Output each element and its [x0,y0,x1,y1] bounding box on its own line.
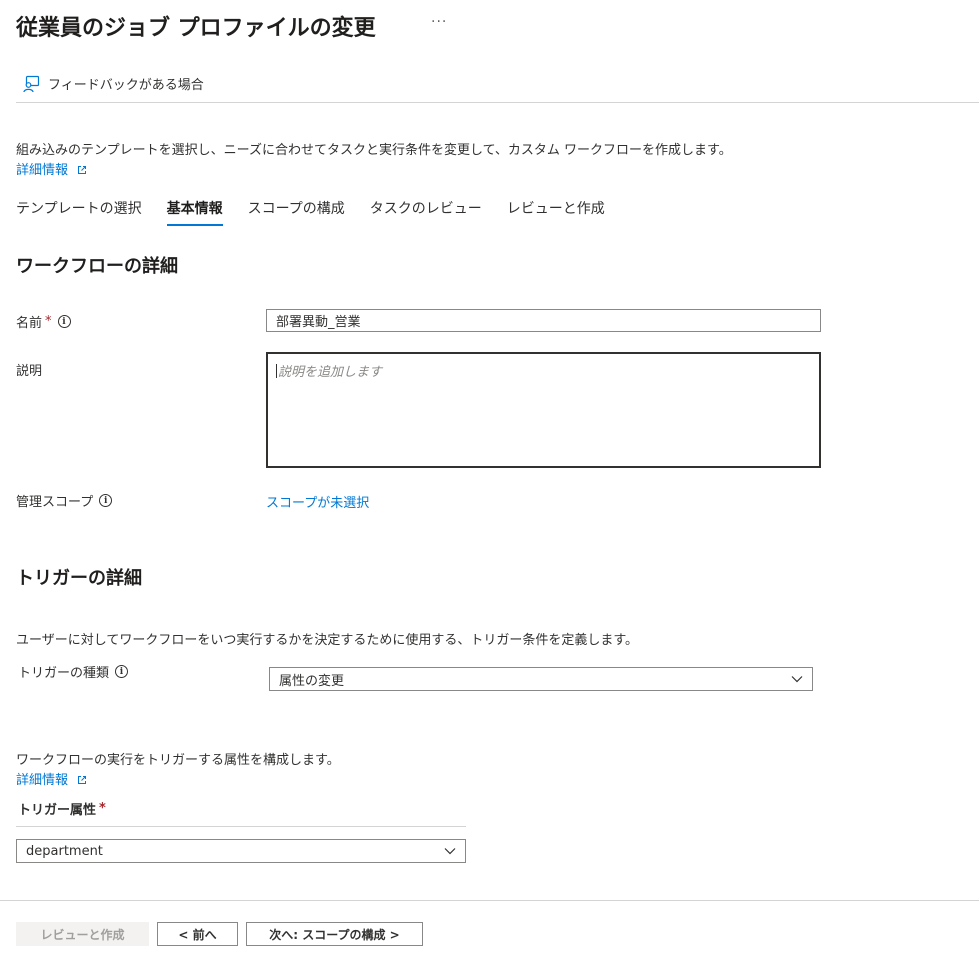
learn-more-label: 詳細情報 [16,163,69,178]
name-input[interactable]: 部署異動_営業 [266,309,821,332]
learn-more-label: 詳細情報 [16,773,69,788]
tab-review-create[interactable]: レビューと作成 [507,198,605,224]
intro-description: 組み込みのテンプレートを選択し、ニーズに合わせてタスクと実行条件を変更して、カス… [16,143,732,158]
wizard-tabs: テンプレートの選択 基本情報 スコープの構成 タスクのレビュー レビューと作成 [16,198,605,226]
required-asterisk: * [99,801,106,816]
info-icon[interactable]: i [115,665,129,678]
more-options-button[interactable]: ··· [431,14,447,30]
trigger-attr-description: ワークフローの実行をトリガーする属性を構成します。 [16,753,340,768]
learn-more-link[interactable]: 詳細情報 [16,159,87,179]
trigger-attr-value: department [26,843,103,859]
trigger-type-label: トリガーの種類 i [18,662,129,681]
chevron-down-icon [791,672,803,687]
tab-configure-scope[interactable]: スコープの構成 [248,198,345,224]
text-cursor [276,364,277,378]
trigger-learn-more-link[interactable]: 詳細情報 [16,769,87,789]
info-icon[interactable]: i [99,494,113,507]
scope-label-text: 管理スコープ [16,495,94,510]
description-placeholder: 説明を追加します [278,365,383,380]
scope-link[interactable]: スコープが未選択 [266,492,369,511]
feedback-icon [22,75,40,93]
trigger-attr-select[interactable]: department [16,839,466,863]
trigger-type-value: 属性の変更 [279,673,345,689]
previous-button[interactable]: < 前へ [157,922,238,946]
trigger-description: ユーザーに対してワークフローをいつ実行するかを決定するために使用する、トリガー条… [16,633,639,648]
required-asterisk: * [45,314,52,329]
workflow-details-heading: ワークフローの詳細 [16,256,178,277]
footer-divider [0,900,979,901]
external-link-icon [77,774,87,789]
trigger-type-select[interactable]: 属性の変更 [269,667,813,691]
name-label: 名前 * i [16,312,71,331]
trigger-attr-label-text: トリガー属性 [18,803,97,818]
feedback-button[interactable]: フィードバックがある場合 [22,74,204,93]
scope-label: 管理スコープ i [16,491,113,510]
trigger-attr-label: トリガー属性 * [18,799,106,818]
next-button[interactable]: 次へ: スコープの構成 > [246,922,423,946]
description-textarea[interactable]: 説明を追加します [266,352,821,468]
trigger-type-label-text: トリガーの種類 [18,666,110,681]
name-label-text: 名前 [16,316,43,331]
tab-template-selection[interactable]: テンプレートの選択 [16,198,142,224]
attr-divider [16,826,466,827]
info-icon[interactable]: i [57,315,71,328]
description-label: 説明 [16,364,43,379]
trigger-details-heading: トリガーの詳細 [16,568,142,589]
feedback-label: フィードバックがある場合 [48,78,204,93]
external-link-icon [77,164,87,179]
tab-basics[interactable]: 基本情報 [166,198,223,226]
review-create-button[interactable]: レビューと作成 [16,922,149,946]
tab-review-tasks[interactable]: タスクのレビュー [370,198,482,224]
page-title: 従業員のジョブ プロファイルの変更 [16,16,376,41]
toolbar-divider [16,102,979,103]
chevron-down-icon [444,844,456,859]
